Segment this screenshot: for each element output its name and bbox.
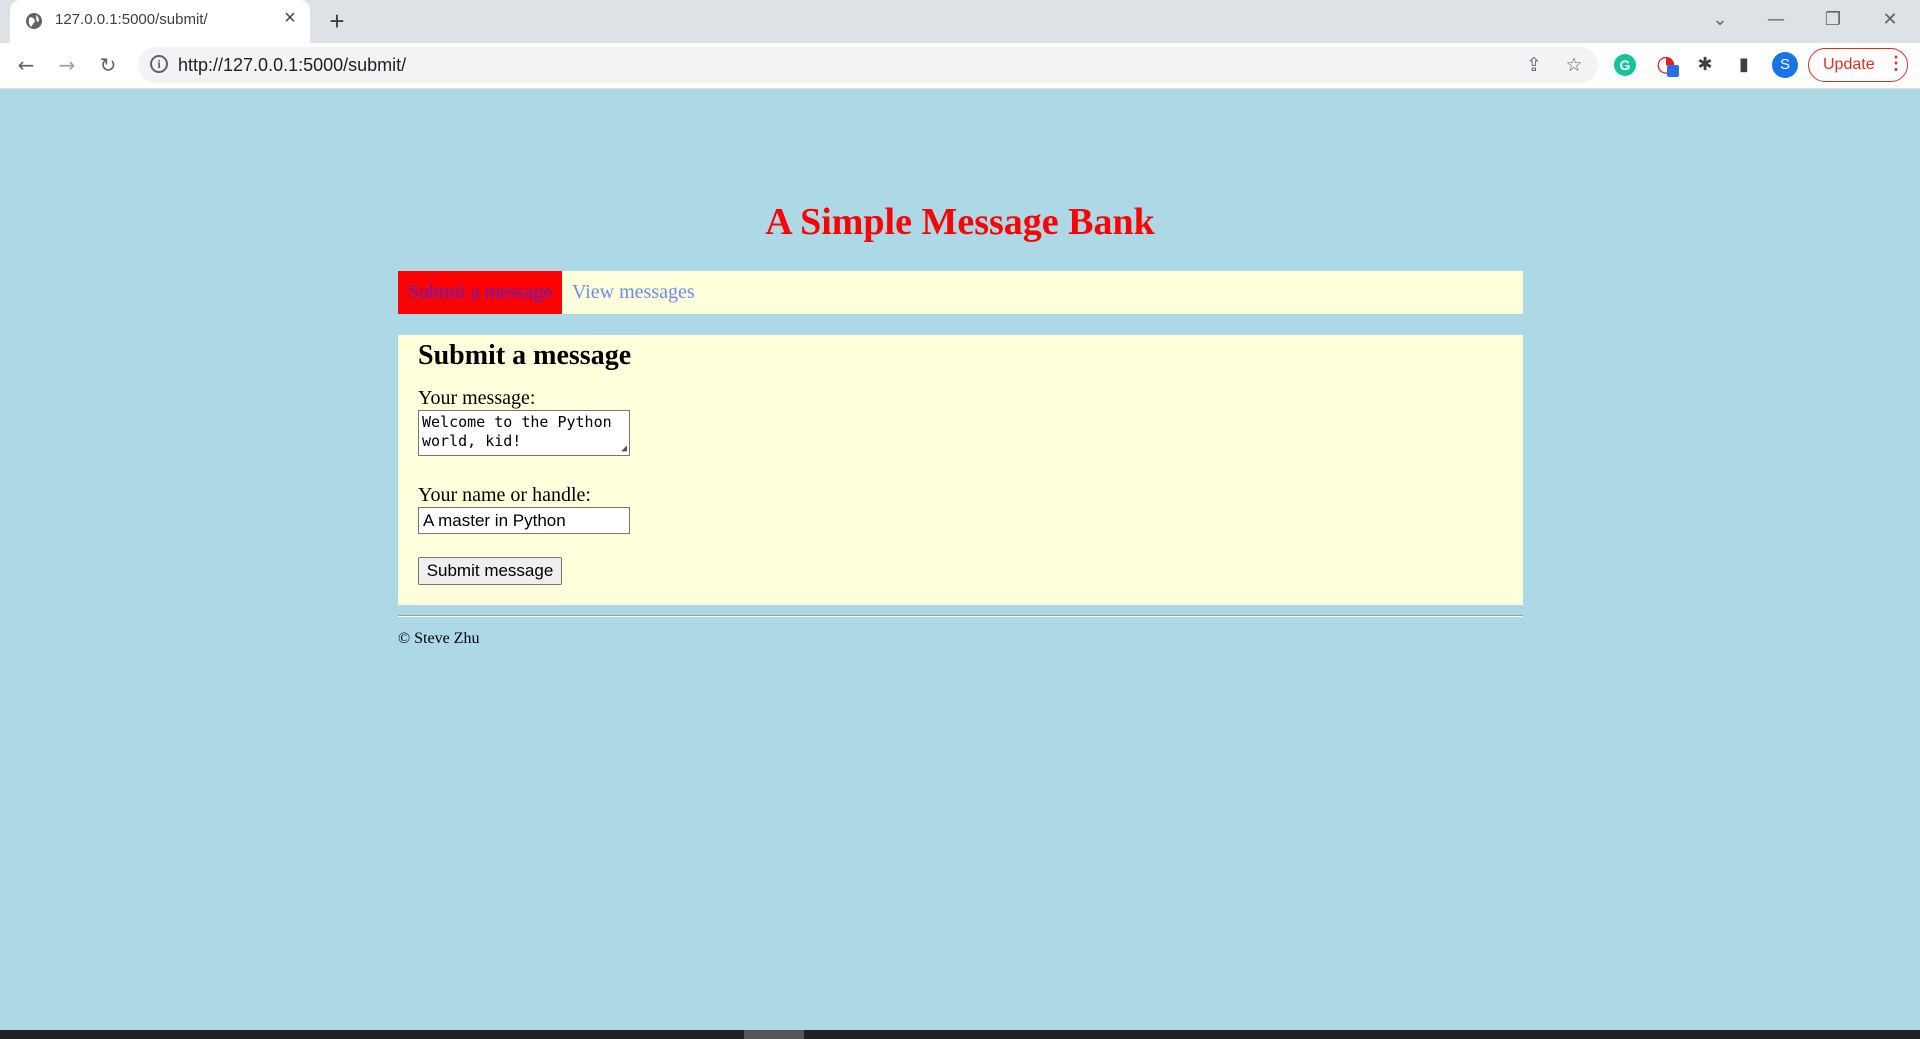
- nav-submit-link[interactable]: Submit a message: [398, 271, 562, 314]
- update-button[interactable]: Update ⋮: [1808, 48, 1908, 82]
- grammarly-extension-icon[interactable]: G: [1614, 54, 1636, 76]
- message-textarea[interactable]: Welcome to the Python world, kid! ◢: [418, 410, 630, 456]
- name-label: Your name or handle:: [418, 484, 591, 506]
- back-button[interactable]: ←: [10, 49, 42, 81]
- submit-form-panel: Submit a message Your message: Welcome t…: [398, 335, 1523, 605]
- globe-icon: [26, 13, 42, 29]
- forward-button[interactable]: →: [51, 49, 83, 81]
- share-icon[interactable]: ⇪: [1522, 53, 1546, 77]
- puzzle-extensions-icon[interactable]: ✱: [1692, 52, 1718, 78]
- extension-icon[interactable]: ◔: [1653, 52, 1679, 78]
- reload-button[interactable]: ↻: [92, 49, 124, 81]
- site-info-icon[interactable]: i: [150, 55, 168, 73]
- submit-message-button[interactable]: Submit message: [418, 557, 562, 585]
- close-tab-icon[interactable]: ×: [280, 8, 300, 28]
- message-text: Welcome to the Python world, kid!: [422, 413, 612, 450]
- menu-dots-icon: ⋮: [1887, 53, 1905, 73]
- browser-toolbar: ← → ↻ i http://127.0.0.1:5000/submit/ ⇪ …: [0, 43, 1920, 89]
- url-text[interactable]: http://127.0.0.1:5000/submit/: [178, 55, 406, 76]
- minimize-button[interactable]: —: [1756, 6, 1796, 34]
- nav-bar: Submit a message View messages: [398, 271, 1523, 314]
- side-panel-icon[interactable]: ▮: [1731, 52, 1757, 78]
- close-window-button[interactable]: ✕: [1870, 6, 1910, 34]
- footer-copyright: © Steve Zhu: [398, 630, 480, 647]
- name-input[interactable]: A master in Python: [418, 507, 630, 534]
- browser-tab[interactable]: 127.0.0.1:5000/submit/ ×: [10, 0, 310, 43]
- footer-divider: [398, 615, 1523, 617]
- star-icon[interactable]: ☆: [1562, 53, 1586, 77]
- nav-view-messages-link[interactable]: View messages: [572, 271, 695, 314]
- tab-title: 127.0.0.1:5000/submit/: [55, 11, 208, 28]
- profile-avatar[interactable]: S: [1772, 52, 1798, 78]
- taskbar-item[interactable]: [744, 1030, 804, 1039]
- taskbar: [0, 1030, 1920, 1039]
- update-label: Update: [1823, 56, 1875, 73]
- page-title: A Simple Message Bank: [765, 201, 1155, 243]
- form-heading: Submit a message: [418, 340, 632, 371]
- resize-grip-icon[interactable]: ◢: [621, 444, 627, 454]
- chevron-down-icon[interactable]: ⌄: [1700, 6, 1740, 34]
- new-tab-button[interactable]: +: [324, 8, 350, 34]
- tab-strip: 127.0.0.1:5000/submit/ × + ⌄ — ❐ ✕: [0, 0, 1920, 43]
- restore-button[interactable]: ❐: [1813, 6, 1853, 34]
- message-label: Your message:: [418, 387, 536, 409]
- address-bar[interactable]: i http://127.0.0.1:5000/submit/ ⇪ ☆: [138, 47, 1598, 83]
